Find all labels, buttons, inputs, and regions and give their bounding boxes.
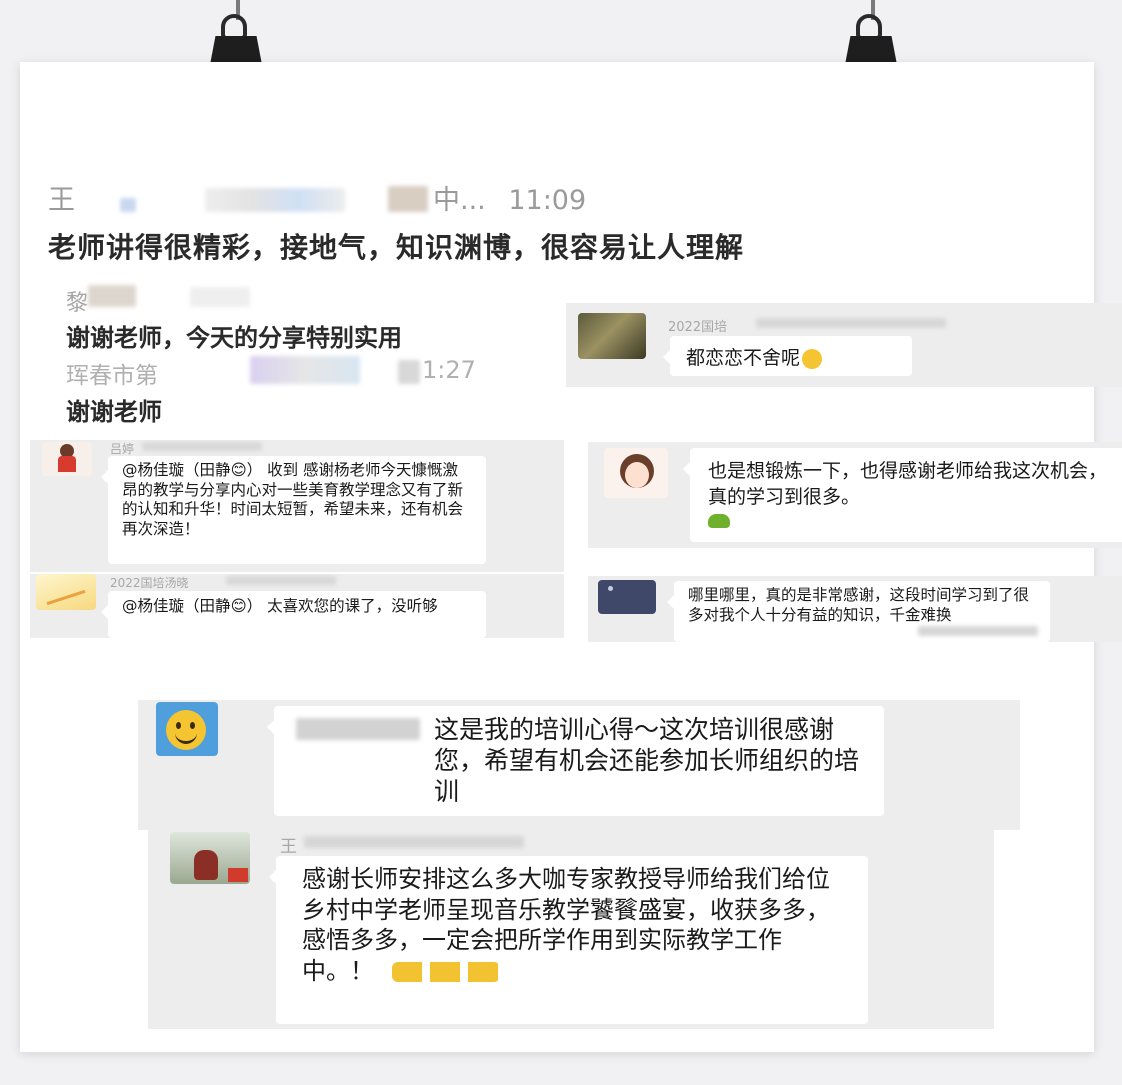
avatar [598,580,656,614]
chat-3-message: 谢谢老师 [66,398,162,426]
grinning-emoji-icon [802,348,823,369]
top-message: 老师讲得很精彩，接地气，知识渊博，很容易让人理解 [48,231,745,264]
chat-card-c: 也是想锻炼一下，也得感谢老师给我这次机会，真的学习到很多。 [588,442,1122,548]
chat-card-d: 2022国培汤晓 @杨佳璇（田静😊） 太喜欢您的课了，没听够 [30,574,564,638]
thumbs-up-emoji-icon [391,961,500,982]
message-bubble: 感谢长师安排这么多大咖专家教授导师给我们给位乡村中学老师呈现音乐教学饕餮盛宴，收… [269,856,868,1024]
smiley-emoji-icon [166,710,206,750]
chat-card-e: 哪里哪里，真的是非常感谢，这段时间学习到了很多对我个人十分有益的知识，千金难换 [588,576,1122,642]
group-name: 2022国培 [668,320,728,335]
avatar [578,313,646,359]
message-bubble: @杨佳璇（田静😊） 收到 感谢杨老师今天慷慨激昂的教学与分享内心对一些美育教学理… [101,456,486,564]
redaction-block [226,576,336,585]
top-sender-suffix: 中... 11:09 [433,178,586,217]
chat-2-message: 谢谢老师，今天的分享特别实用 [66,324,402,352]
redaction-block [304,836,524,848]
chat-3-time: 1:27 [422,356,476,384]
top-sender-line: 王 [48,178,75,217]
message-bubble: @杨佳璇（田静😊） 太喜欢您的课了，没听够 [101,591,486,638]
message-bubble: 都恋恋不舍呢 [663,336,912,376]
avatar [36,574,96,610]
chat-card-f: 这是我的培训心得～这次培训很感谢您，希望有机会还能参加长师组织的培训 [138,700,1020,830]
chat-card-a: 2022国培 都恋恋不舍呢 [566,303,1122,387]
redaction-block [205,188,345,212]
redaction-block [918,626,1038,636]
chat-card-g: 王 感谢长师安排这么多大咖专家教授导师给我们给位乡村中学老师呈现音乐教学饕餮盛宴… [148,826,994,1029]
group-name: 2022国培汤晓 [110,576,189,590]
redaction-block [142,442,262,451]
avatar [42,442,92,476]
avatar [170,832,250,884]
chat-3-sender: 珲春市第 [66,363,158,389]
avatar [156,702,218,756]
message-bubble: 也是想锻炼一下，也得感谢老师给我这次机会，真的学习到很多。 [683,448,1122,542]
redaction-block [120,198,136,212]
message-time: 11:09 [508,185,587,216]
chat-card-b: 吕婷 @杨佳璇（田静😊） 收到 感谢杨老师今天慷慨激昂的教学与分享内心对一些美育… [30,440,564,572]
avatar [604,448,668,498]
redaction-block [250,356,360,384]
sender-suffix: 中... [433,185,486,216]
thumbs-up-emoji-icon [708,514,730,528]
sender-name: 王 [280,837,297,857]
redaction-block [190,287,250,307]
chat-2-sender: 黎 [66,291,89,316]
redaction-block [388,186,428,212]
redaction-block [756,318,946,328]
redaction-block [88,285,136,307]
redaction-block [398,360,420,384]
message-bubble: 这是我的培训心得～这次培训很感谢您，希望有机会还能参加长师组织的培训 [267,706,884,816]
sender-name: 王 [48,185,75,216]
redaction-block [296,718,420,740]
sender-name: 吕婷 [110,442,135,456]
